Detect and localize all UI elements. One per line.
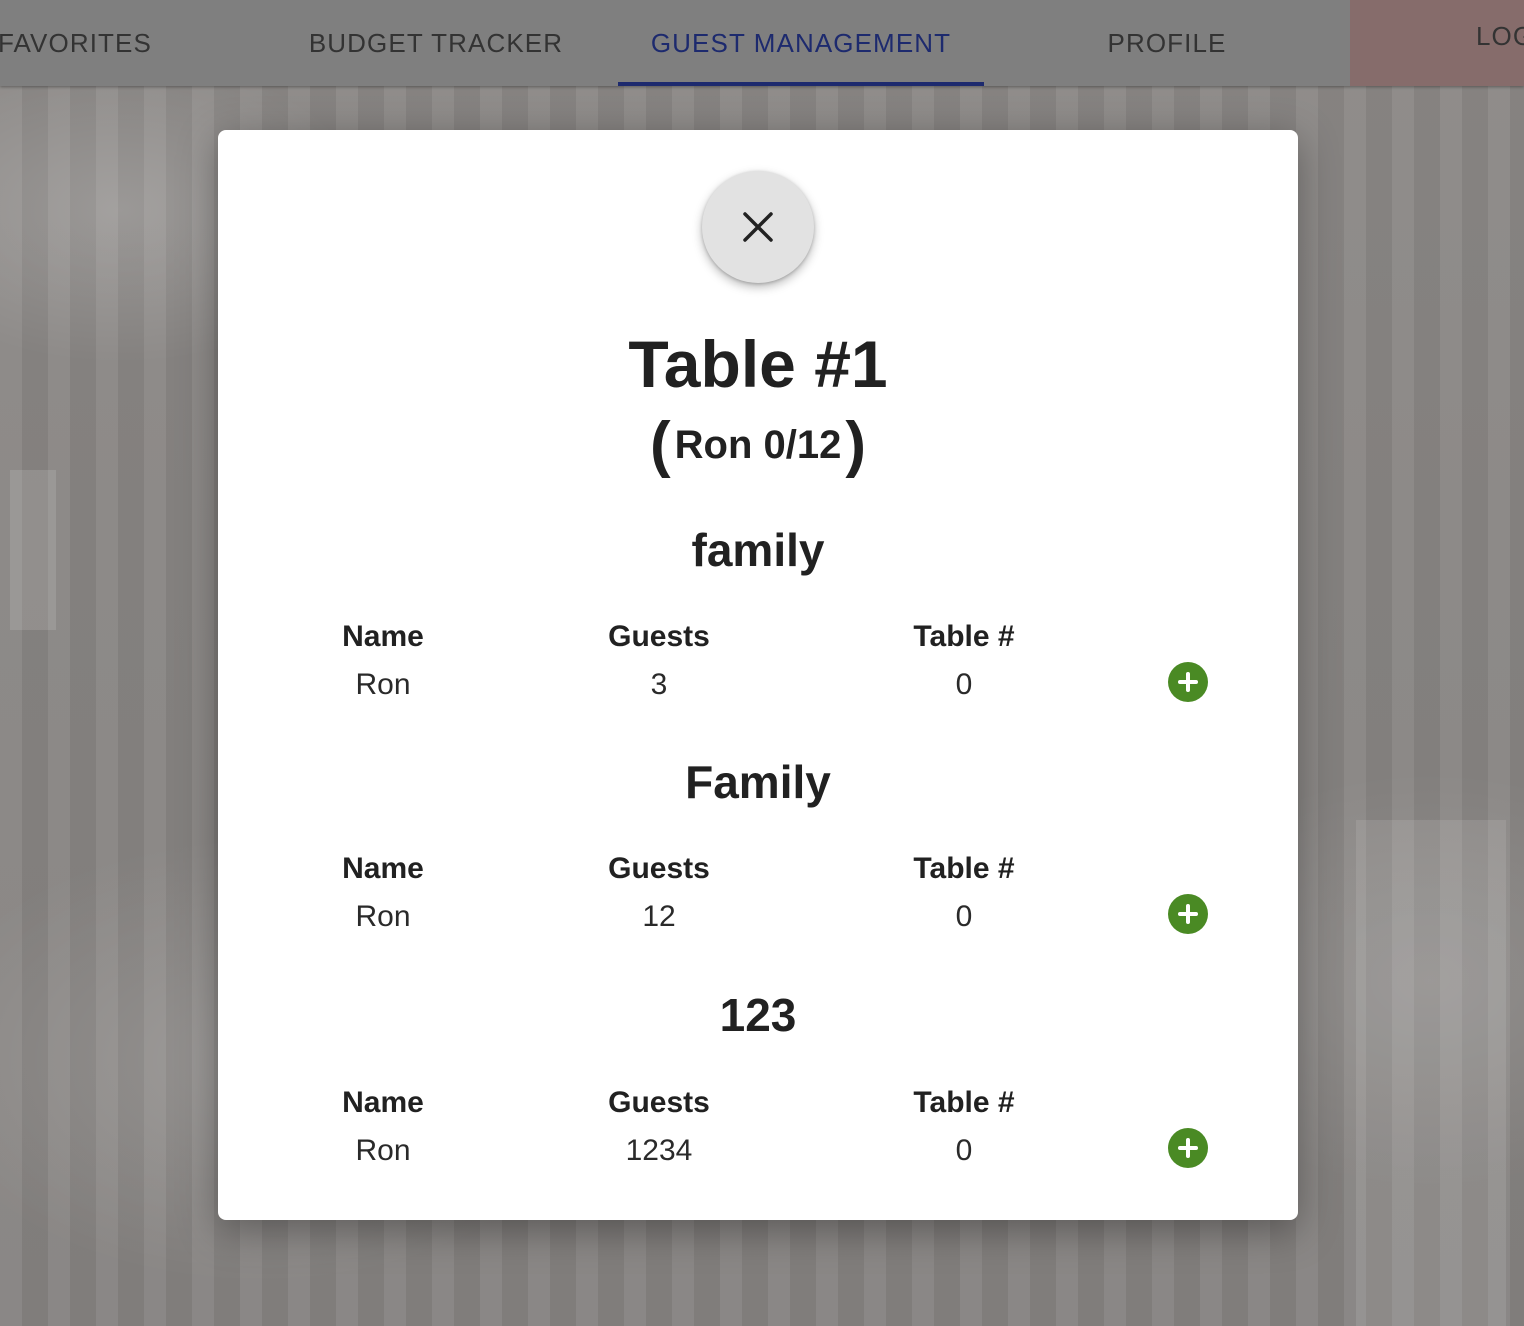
add-guest-button[interactable] — [1168, 662, 1208, 702]
guest-name: Ron — [355, 900, 411, 933]
table-details-modal: Table #1 (Ron 0/12) family Name Guests T… — [218, 130, 1298, 1220]
column-header-name: Name — [342, 852, 424, 885]
guest-count: 1234 — [625, 1134, 693, 1167]
column-header-name: Name — [342, 620, 424, 653]
column-header-guests: Guests — [608, 1086, 710, 1119]
guest-name: Ron — [355, 668, 411, 701]
plus-icon — [1178, 672, 1198, 692]
guest-count: 3 — [650, 668, 668, 701]
guest-count: 12 — [642, 900, 676, 933]
group-title: 123 — [719, 989, 797, 1041]
close-icon — [743, 212, 773, 242]
column-header-guests: Guests — [608, 620, 710, 653]
subtitle-close-paren: ) — [845, 410, 867, 479]
column-header-name: Name — [342, 1086, 424, 1119]
nav-guest-management-label: GUEST MANAGEMENT — [650, 27, 952, 58]
modal-title: Table #1 — [628, 327, 888, 401]
subtitle-capacity: Ron 0/12 — [674, 423, 842, 467]
column-header-table: Table # — [913, 852, 1015, 885]
top-navigation: FAVORITES BUDGET TRACKER GUEST MANAGEMEN… — [0, 0, 1524, 86]
plus-icon — [1178, 1138, 1198, 1158]
add-guest-button[interactable] — [1168, 1128, 1208, 1168]
column-header-table: Table # — [913, 620, 1015, 653]
add-guest-button[interactable] — [1168, 894, 1208, 934]
background-decor — [1356, 820, 1506, 1326]
nav-profile[interactable]: PROFILE — [1090, 0, 1244, 86]
column-header-table: Table # — [913, 1086, 1015, 1119]
table-number: 0 — [955, 900, 973, 933]
plus-icon — [1178, 904, 1198, 924]
group-title: family — [691, 524, 825, 576]
nav-budget-tracker[interactable]: BUDGET TRACKER — [300, 0, 572, 86]
active-tab-indicator — [618, 82, 984, 86]
background-pillar — [10, 470, 56, 630]
subtitle-open-paren: ( — [649, 410, 671, 479]
nav-favorites[interactable]: FAVORITES — [0, 0, 151, 86]
column-header-guests: Guests — [608, 852, 710, 885]
table-number: 0 — [955, 668, 973, 701]
table-number: 0 — [955, 1134, 973, 1167]
nav-logout-label: LOG — [1476, 21, 1524, 51]
nav-logout[interactable]: LOG — [1350, 0, 1524, 86]
nav-guest-management[interactable]: GUEST MANAGEMENT — [618, 0, 984, 86]
group-title: Family — [685, 756, 831, 808]
modal-subtitle: (Ron 0/12) — [218, 412, 1298, 478]
close-button[interactable] — [702, 171, 814, 283]
guest-name: Ron — [355, 1134, 411, 1167]
